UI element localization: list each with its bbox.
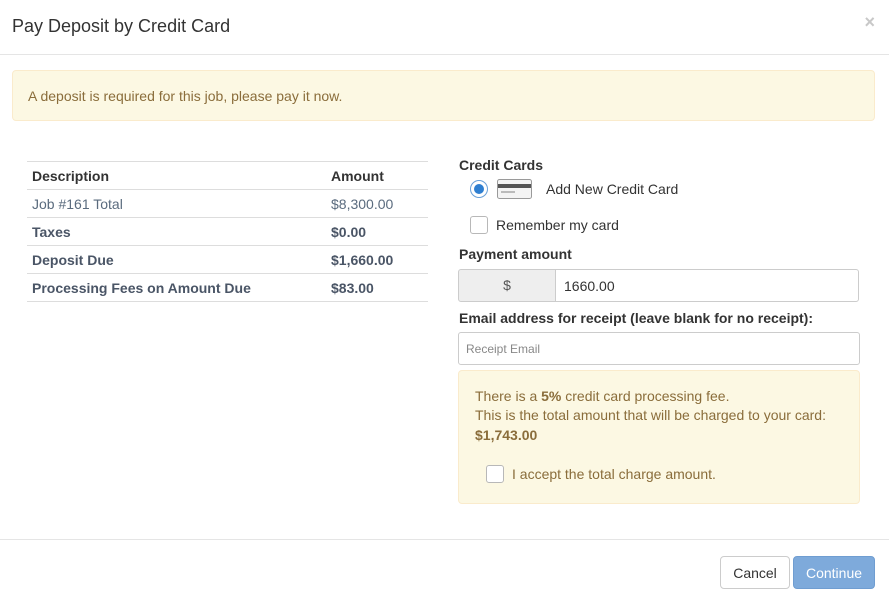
table-row: Taxes $0.00	[27, 217, 428, 246]
fee-line1-suffix: credit card processing fee.	[561, 388, 730, 404]
payment-summary-table: Description Amount Job #161 Total $8,300…	[27, 161, 428, 302]
table-header-row: Description Amount	[27, 161, 428, 190]
dialog-title: Pay Deposit by Credit Card	[12, 16, 231, 36]
add-new-card-label[interactable]: Add New Credit Card	[546, 181, 678, 197]
close-icon[interactable]: ×	[864, 12, 875, 32]
row-amount: $1,660.00	[326, 245, 428, 274]
credit-cards-label: Credit Cards	[459, 157, 544, 173]
dialog-footer: Cancel Continue	[0, 539, 889, 601]
remember-card-checkbox[interactable]	[470, 216, 488, 234]
table-row: Job #161 Total $8,300.00	[27, 189, 428, 218]
processing-fee-notice: There is a 5% credit card processing fee…	[458, 370, 860, 504]
pay-deposit-dialog: Pay Deposit by Credit Card × A deposit i…	[0, 0, 889, 601]
row-amount: $0.00	[326, 217, 428, 246]
row-description: Deposit Due	[27, 245, 326, 274]
payment-amount-input[interactable]	[555, 269, 859, 302]
row-description: Job #161 Total	[27, 189, 326, 218]
fee-notice-line2: This is the total amount that will be ch…	[475, 407, 826, 423]
table-row: Deposit Due $1,660.00	[27, 245, 428, 274]
fee-notice-line1: There is a 5% credit card processing fee…	[475, 388, 729, 404]
currency-addon: $	[458, 269, 556, 302]
row-description: Taxes	[27, 217, 326, 246]
accept-charge-label[interactable]: I accept the total charge amount.	[512, 466, 716, 482]
receipt-email-input[interactable]	[458, 332, 860, 365]
deposit-required-alert: A deposit is required for this job, plea…	[12, 70, 875, 121]
column-header-amount: Amount	[326, 161, 428, 190]
accept-charge-checkbox[interactable]	[486, 465, 504, 483]
add-new-card-radio[interactable]	[470, 180, 488, 198]
fee-percent: 5%	[541, 388, 562, 404]
table-row: Processing Fees on Amount Due $83.00	[27, 273, 428, 302]
row-description: Processing Fees on Amount Due	[27, 273, 326, 302]
payment-amount-group: $	[458, 269, 859, 302]
column-header-description: Description	[27, 161, 326, 190]
total-charge-amount: $1,743.00	[475, 427, 538, 443]
continue-button[interactable]: Continue	[793, 556, 875, 589]
credit-card-icon	[497, 179, 532, 199]
row-amount: $83.00	[326, 273, 428, 302]
cancel-button[interactable]: Cancel	[720, 556, 790, 589]
remember-card-label[interactable]: Remember my card	[496, 217, 619, 233]
receipt-email-label: Email address for receipt (leave blank f…	[459, 310, 813, 326]
payment-amount-label: Payment amount	[459, 246, 572, 262]
row-amount: $8,300.00	[326, 189, 428, 218]
dialog-header: Pay Deposit by Credit Card ×	[0, 0, 889, 55]
fee-line1-prefix: There is a	[475, 388, 542, 404]
